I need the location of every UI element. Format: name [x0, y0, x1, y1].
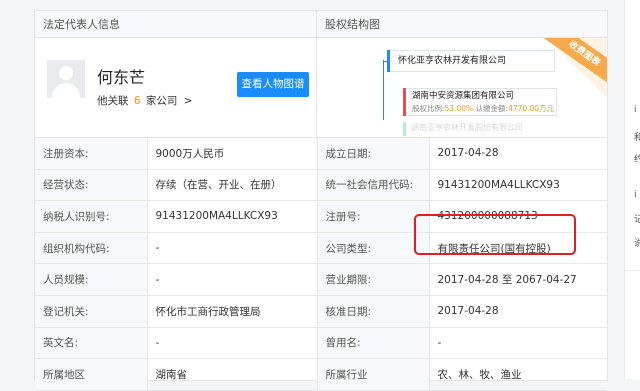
table-row: 所属地区 湖南省 所属行业 农、林、牧、渔业	[35, 358, 607, 391]
table-row: 登记机关: 怀化市工商行政管理局 核准日期: 2017-04-28	[35, 295, 607, 328]
table-row: 英文名: - 曾用名: -	[35, 327, 607, 360]
side-glyph: i	[634, 190, 637, 200]
related-companies-link[interactable]: 他关联 6 家公司 >	[97, 93, 193, 108]
info-value: 2017-04-28	[429, 295, 607, 328]
side-glyph: 和	[634, 133, 640, 143]
info-label: 纳税人识别号:	[35, 200, 148, 233]
info-value: 2017-04-28	[429, 138, 607, 170]
table-row: 经营状态: 存续（在营、开业、在册） 统一社会信用代码: 91431200MA4LLK…	[35, 169, 607, 202]
related-count: 6	[133, 95, 141, 107]
info-value: 农、林、牧、渔业	[429, 358, 607, 391]
legal-rep-header: 法定代表人信息	[35, 11, 317, 38]
legal-rep-card: 何东芒 他关联 6 家公司 > 查看人物图谱	[35, 38, 317, 138]
info-value: 9000万人民币	[147, 138, 318, 170]
info-value: -	[429, 327, 607, 360]
equity-header: 股权结构图	[317, 11, 607, 38]
info-value: 怀化市工商行政管理局	[147, 295, 318, 328]
avatar	[47, 60, 85, 98]
equity-structure-chart[interactable]: 收费图表 怀化亚亨农林开发有限公司 湖南中安资源集团有限公司 股权比例:53.0…	[317, 38, 607, 138]
side-glyph: i	[634, 105, 637, 115]
info-label: 经营状态:	[35, 169, 148, 202]
equity-node-shareholder[interactable]: 湖南中安资源集团有限公司 股权比例:53.00% 认缴金额:4770.00万元	[403, 88, 557, 116]
info-value: 湖南省	[147, 358, 318, 391]
avatar-shoulder	[52, 83, 80, 98]
info-value: 91431200MA4LLKCX93	[147, 200, 318, 233]
side-glyph: 说	[634, 239, 640, 249]
info-value: -	[147, 232, 318, 265]
table-row: 人员规模: - 营业期限: 2017-04-28 至 2067-04-27	[35, 263, 607, 296]
view-person-chart-button[interactable]: 查看人物图谱	[237, 72, 309, 97]
node-accent-bar	[403, 122, 406, 136]
company-info-panel: 法定代表人信息 股权结构图 何东芒 他关联 6 家公司 > 查看人物图谱 收费图…	[34, 10, 608, 391]
info-label: 人员规模:	[35, 263, 148, 296]
chevron-right-icon: >	[183, 95, 193, 107]
related-suffix: 家公司	[145, 95, 178, 107]
info-value: 存续（在营、开业、在册）	[147, 169, 318, 202]
info-label: 所属行业	[317, 358, 430, 391]
side-divider	[625, 270, 640, 271]
side-glyph: 记	[634, 215, 640, 225]
equity-node-faded: 湖南亚亨农林开发股份有限公司	[403, 122, 557, 136]
info-value: 91431200MA4LLKCX93	[429, 169, 607, 202]
equity-node-company[interactable]: 怀化亚亨农林开发有限公司	[387, 50, 555, 72]
shareholder-name: 湖南中安资源集团有限公司	[412, 91, 515, 101]
info-label: 曾用名:	[317, 327, 430, 360]
info-value: 2017-04-28 至 2067-04-27	[429, 263, 607, 296]
person-name[interactable]: 何东芒	[97, 64, 145, 88]
info-label: 统一社会信用代码:	[317, 169, 430, 202]
capital-value: 4770.00万元	[508, 104, 555, 113]
ratio-value: 53.00%	[444, 104, 474, 113]
info-label: 英文名:	[35, 327, 148, 360]
info-label: 注册资本:	[35, 138, 148, 170]
info-value: -	[147, 263, 318, 296]
info-label: 营业期限:	[317, 263, 430, 296]
faded-shareholder-name: 湖南亚亨农林开发股份有限公司	[411, 123, 523, 132]
avatar-head	[59, 66, 73, 80]
highlight-box	[414, 214, 576, 255]
info-value: -	[147, 327, 318, 360]
info-label: 注册号:	[317, 200, 430, 233]
info-label: 公司类型:	[317, 232, 430, 265]
business-info-table: 注册资本: 9000万人民币 成立日期: 2017-04-28 经营状态: 存续（在营、开…	[35, 138, 607, 391]
capital-label: 认缴金额:	[475, 104, 509, 113]
node-accent-bar	[387, 50, 390, 72]
table-row: 注册资本: 9000万人民币 成立日期: 2017-04-28	[35, 138, 607, 170]
ratio-label: 股权比例:	[412, 104, 445, 113]
equity-company-name: 怀化亚亨农林开发有限公司	[398, 56, 507, 66]
right-side-panel: i 和 约 i 记 说	[624, 0, 640, 379]
node-accent-bar	[403, 88, 406, 116]
info-label: 所属地区	[35, 358, 148, 391]
related-prefix: 他关联	[97, 95, 129, 107]
side-glyph: 约	[634, 155, 640, 165]
info-label: 组织机构代码:	[35, 232, 148, 265]
info-label: 成立日期:	[317, 138, 430, 170]
shareholder-detail: 股权比例:53.00% 认缴金额:4770.00万元	[412, 103, 556, 114]
info-label: 登记机关:	[35, 295, 148, 328]
info-label: 核准日期:	[317, 295, 430, 328]
tree-connector-vertical	[383, 60, 384, 120]
